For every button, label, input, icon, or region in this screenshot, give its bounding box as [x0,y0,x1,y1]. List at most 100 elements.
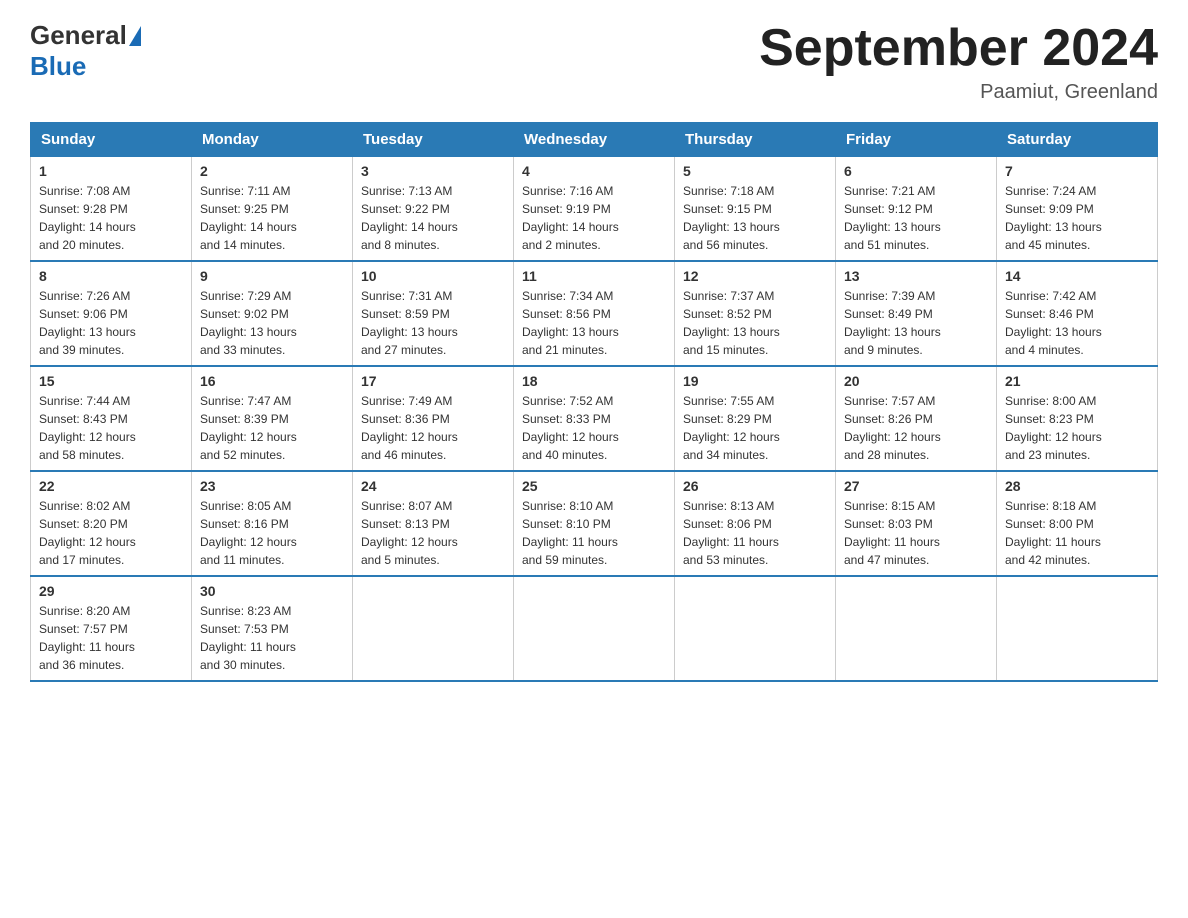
page-header: General Blue September 2024 Paamiut, Gre… [30,20,1158,104]
day-number: 19 [683,373,827,389]
day-number: 3 [361,163,505,179]
calendar-header-wednesday: Wednesday [514,123,675,157]
day-info: Sunrise: 7:47 AMSunset: 8:39 PMDaylight:… [200,392,344,464]
logo-general-text: General [30,20,127,51]
calendar-table: SundayMondayTuesdayWednesdayThursdayFrid… [30,122,1158,682]
calendar-cell: 25 Sunrise: 8:10 AMSunset: 8:10 PMDaylig… [514,471,675,576]
calendar-cell [997,576,1158,681]
day-info: Sunrise: 7:21 AMSunset: 9:12 PMDaylight:… [844,182,988,254]
day-info: Sunrise: 8:15 AMSunset: 8:03 PMDaylight:… [844,497,988,569]
calendar-cell: 16 Sunrise: 7:47 AMSunset: 8:39 PMDaylig… [192,366,353,471]
day-number: 21 [1005,373,1149,389]
calendar-cell: 9 Sunrise: 7:29 AMSunset: 9:02 PMDayligh… [192,261,353,366]
day-number: 10 [361,268,505,284]
day-info: Sunrise: 7:13 AMSunset: 9:22 PMDaylight:… [361,182,505,254]
calendar-cell: 4 Sunrise: 7:16 AMSunset: 9:19 PMDayligh… [514,157,675,262]
day-number: 13 [844,268,988,284]
calendar-week-row: 15 Sunrise: 7:44 AMSunset: 8:43 PMDaylig… [31,366,1158,471]
day-number: 26 [683,478,827,494]
day-info: Sunrise: 7:31 AMSunset: 8:59 PMDaylight:… [361,287,505,359]
day-number: 18 [522,373,666,389]
day-info: Sunrise: 7:52 AMSunset: 8:33 PMDaylight:… [522,392,666,464]
calendar-cell: 22 Sunrise: 8:02 AMSunset: 8:20 PMDaylig… [31,471,192,576]
calendar-header-thursday: Thursday [675,123,836,157]
day-number: 25 [522,478,666,494]
day-number: 27 [844,478,988,494]
day-info: Sunrise: 8:02 AMSunset: 8:20 PMDaylight:… [39,497,183,569]
calendar-cell: 27 Sunrise: 8:15 AMSunset: 8:03 PMDaylig… [836,471,997,576]
day-number: 11 [522,268,666,284]
calendar-cell: 26 Sunrise: 8:13 AMSunset: 8:06 PMDaylig… [675,471,836,576]
day-info: Sunrise: 8:13 AMSunset: 8:06 PMDaylight:… [683,497,827,569]
calendar-header-friday: Friday [836,123,997,157]
calendar-cell: 18 Sunrise: 7:52 AMSunset: 8:33 PMDaylig… [514,366,675,471]
day-number: 22 [39,478,183,494]
day-info: Sunrise: 7:55 AMSunset: 8:29 PMDaylight:… [683,392,827,464]
day-info: Sunrise: 7:18 AMSunset: 9:15 PMDaylight:… [683,182,827,254]
logo-triangle-icon [129,26,141,46]
calendar-cell: 19 Sunrise: 7:55 AMSunset: 8:29 PMDaylig… [675,366,836,471]
calendar-header-sunday: Sunday [31,123,192,157]
calendar-week-row: 1 Sunrise: 7:08 AMSunset: 9:28 PMDayligh… [31,157,1158,262]
calendar-header-saturday: Saturday [997,123,1158,157]
day-info: Sunrise: 7:29 AMSunset: 9:02 PMDaylight:… [200,287,344,359]
calendar-cell: 20 Sunrise: 7:57 AMSunset: 8:26 PMDaylig… [836,366,997,471]
day-number: 29 [39,583,183,599]
calendar-cell: 11 Sunrise: 7:34 AMSunset: 8:56 PMDaylig… [514,261,675,366]
calendar-header-monday: Monday [192,123,353,157]
calendar-cell: 1 Sunrise: 7:08 AMSunset: 9:28 PMDayligh… [31,157,192,262]
day-number: 9 [200,268,344,284]
calendar-body: 1 Sunrise: 7:08 AMSunset: 9:28 PMDayligh… [31,157,1158,682]
day-number: 28 [1005,478,1149,494]
calendar-cell: 8 Sunrise: 7:26 AMSunset: 9:06 PMDayligh… [31,261,192,366]
day-number: 30 [200,583,344,599]
day-info: Sunrise: 8:23 AMSunset: 7:53 PMDaylight:… [200,602,344,674]
day-info: Sunrise: 8:07 AMSunset: 8:13 PMDaylight:… [361,497,505,569]
month-title: September 2024 [759,20,1158,77]
day-number: 20 [844,373,988,389]
calendar-cell [353,576,514,681]
day-info: Sunrise: 7:24 AMSunset: 9:09 PMDaylight:… [1005,182,1149,254]
calendar-week-row: 22 Sunrise: 8:02 AMSunset: 8:20 PMDaylig… [31,471,1158,576]
day-number: 16 [200,373,344,389]
day-number: 4 [522,163,666,179]
calendar-cell: 10 Sunrise: 7:31 AMSunset: 8:59 PMDaylig… [353,261,514,366]
calendar-cell: 7 Sunrise: 7:24 AMSunset: 9:09 PMDayligh… [997,157,1158,262]
day-info: Sunrise: 7:42 AMSunset: 8:46 PMDaylight:… [1005,287,1149,359]
day-number: 23 [200,478,344,494]
day-number: 24 [361,478,505,494]
day-info: Sunrise: 8:20 AMSunset: 7:57 PMDaylight:… [39,602,183,674]
day-info: Sunrise: 8:05 AMSunset: 8:16 PMDaylight:… [200,497,344,569]
calendar-cell [836,576,997,681]
day-info: Sunrise: 7:37 AMSunset: 8:52 PMDaylight:… [683,287,827,359]
calendar-cell [514,576,675,681]
calendar-cell: 2 Sunrise: 7:11 AMSunset: 9:25 PMDayligh… [192,157,353,262]
day-info: Sunrise: 7:11 AMSunset: 9:25 PMDaylight:… [200,182,344,254]
logo: General Blue [30,20,143,82]
day-number: 7 [1005,163,1149,179]
day-number: 2 [200,163,344,179]
day-info: Sunrise: 7:49 AMSunset: 8:36 PMDaylight:… [361,392,505,464]
calendar-cell: 30 Sunrise: 8:23 AMSunset: 7:53 PMDaylig… [192,576,353,681]
location-subtitle: Paamiut, Greenland [759,81,1158,104]
day-info: Sunrise: 7:57 AMSunset: 8:26 PMDaylight:… [844,392,988,464]
calendar-cell: 29 Sunrise: 8:20 AMSunset: 7:57 PMDaylig… [31,576,192,681]
day-number: 1 [39,163,183,179]
calendar-cell: 5 Sunrise: 7:18 AMSunset: 9:15 PMDayligh… [675,157,836,262]
day-number: 15 [39,373,183,389]
calendar-cell: 23 Sunrise: 8:05 AMSunset: 8:16 PMDaylig… [192,471,353,576]
day-number: 12 [683,268,827,284]
day-number: 14 [1005,268,1149,284]
calendar-cell: 12 Sunrise: 7:37 AMSunset: 8:52 PMDaylig… [675,261,836,366]
day-number: 5 [683,163,827,179]
day-info: Sunrise: 7:34 AMSunset: 8:56 PMDaylight:… [522,287,666,359]
calendar-cell: 13 Sunrise: 7:39 AMSunset: 8:49 PMDaylig… [836,261,997,366]
logo-blue-text: Blue [30,51,86,82]
day-info: Sunrise: 8:00 AMSunset: 8:23 PMDaylight:… [1005,392,1149,464]
day-number: 6 [844,163,988,179]
calendar-week-row: 29 Sunrise: 8:20 AMSunset: 7:57 PMDaylig… [31,576,1158,681]
calendar-cell: 6 Sunrise: 7:21 AMSunset: 9:12 PMDayligh… [836,157,997,262]
day-number: 17 [361,373,505,389]
calendar-header-tuesday: Tuesday [353,123,514,157]
calendar-week-row: 8 Sunrise: 7:26 AMSunset: 9:06 PMDayligh… [31,261,1158,366]
